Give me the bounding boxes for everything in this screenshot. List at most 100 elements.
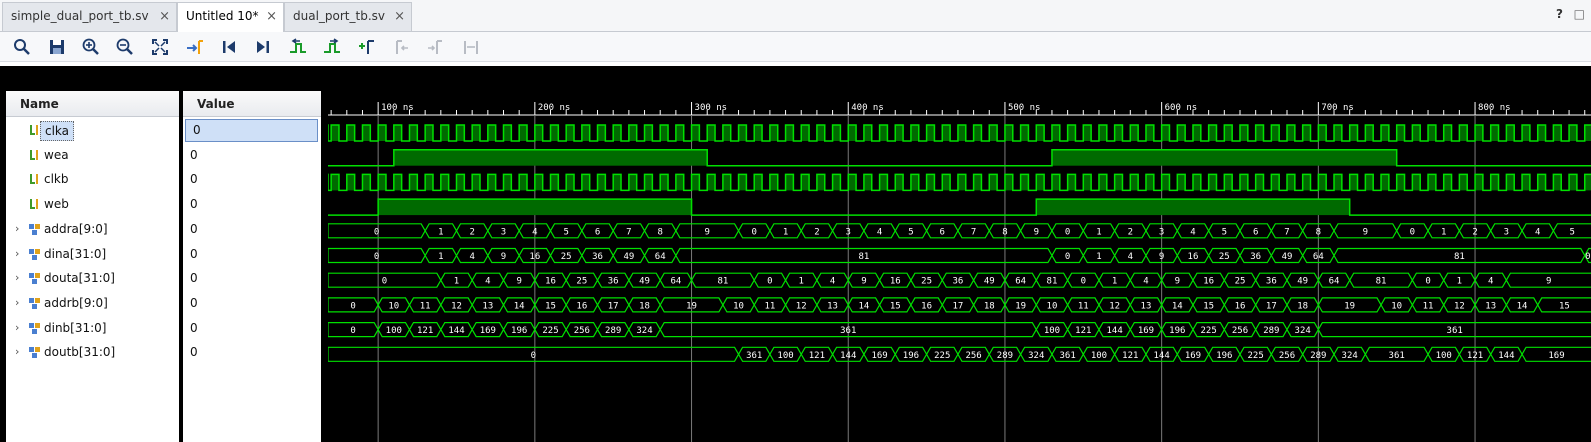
float-window-button[interactable]: □: [1574, 7, 1585, 21]
bus-value-label: 14: [858, 301, 869, 311]
clock-high-fill: [1443, 125, 1452, 141]
clock-high-fill: [769, 125, 778, 141]
waveform-canvas[interactable]: 100 ns 200 ns 300 ns 400 ns 500 ns 600 ns 700 …: [328, 66, 1591, 442]
bus-value-label: 81: [1376, 277, 1387, 287]
signal-value[interactable]: 0: [183, 192, 321, 216]
signal-value[interactable]: 0: [183, 143, 321, 167]
zoom-out-icon[interactable]: [115, 37, 135, 57]
signal-row[interactable]: clkb: [6, 167, 179, 191]
pane-splitter[interactable]: [321, 66, 328, 442]
bus-value-label: 196: [511, 326, 527, 336]
signal-row[interactable]: clka: [6, 118, 179, 142]
signal-row[interactable]: web: [6, 192, 179, 216]
bus-value-label: 1: [1096, 252, 1101, 262]
bus-value-label: 225: [1248, 351, 1264, 361]
bus-value-label: 4: [469, 252, 474, 262]
previous-marker-icon[interactable]: [392, 37, 412, 57]
zoom-fit-icon[interactable]: [150, 37, 170, 57]
bus-value-label: 16: [1188, 252, 1199, 262]
clock-high-fill: [863, 174, 872, 191]
signal-value[interactable]: 0: [183, 316, 321, 340]
signal-value[interactable]: 0: [183, 266, 321, 290]
go-to-cursor-icon[interactable]: [185, 37, 205, 57]
bus-value-label: 0: [1410, 227, 1415, 237]
clock-high-fill: [1584, 125, 1591, 141]
clock-high-fill: [1098, 174, 1107, 191]
clock-high-fill: [1067, 125, 1076, 141]
signal-value[interactable]: 0: [183, 217, 321, 241]
signal-name: web: [44, 197, 69, 212]
clock-high-fill: [628, 174, 637, 191]
bus-value-label: 3: [846, 227, 851, 237]
editor-tab-bar: simple_dual_port_tb.sv × Untitled 10* × …: [0, 0, 1591, 33]
bus-value-label: 4: [1488, 277, 1493, 287]
signal-row[interactable]: › doutb[31:0]: [6, 340, 179, 364]
tab-dual-port-tb[interactable]: dual_port_tb.sv ×: [284, 2, 412, 31]
clock-high-fill: [331, 125, 339, 141]
signal-row[interactable]: wea: [6, 143, 179, 167]
clock-high-fill: [879, 125, 888, 141]
swap-cursors-icon[interactable]: [461, 37, 481, 57]
tab-close-icon[interactable]: ×: [394, 3, 405, 30]
next-marker-icon[interactable]: [426, 37, 446, 57]
tab-simple-dual-port-tb[interactable]: simple_dual_port_tb.sv ×: [2, 2, 177, 31]
bus-value-label: 16: [921, 301, 932, 311]
clock-high-fill: [769, 174, 778, 191]
value-column-header[interactable]: Value: [183, 91, 321, 117]
previous-transition-icon[interactable]: [288, 37, 308, 57]
clock-high-fill: [378, 125, 386, 141]
clock-high-fill: [801, 174, 810, 191]
signal-value[interactable]: 0: [183, 291, 321, 315]
bus-signal-icon: [29, 273, 40, 285]
clock-high-fill: [487, 125, 496, 141]
expand-chevron-icon[interactable]: ›: [15, 242, 19, 266]
expand-chevron-icon[interactable]: ›: [15, 217, 19, 241]
next-transition-icon[interactable]: [322, 37, 342, 57]
signal-row[interactable]: › douta[31:0]: [6, 266, 179, 290]
signal-row[interactable]: › addra[9:0]: [6, 217, 179, 241]
expand-chevron-icon[interactable]: ›: [15, 266, 19, 290]
clock-high-fill: [1569, 174, 1577, 191]
clock-high-fill: [613, 125, 622, 141]
clock-high-fill: [1459, 174, 1468, 191]
search-icon[interactable]: [12, 37, 32, 57]
clock-high-fill: [581, 174, 590, 191]
tab-close-icon[interactable]: ×: [159, 3, 170, 30]
clock-high-fill: [1192, 125, 1201, 141]
signal-value[interactable]: 0: [185, 119, 318, 142]
bus-signal-icon: [29, 347, 40, 359]
bus-value-label: 1: [438, 227, 443, 237]
signal-value[interactable]: 0: [183, 167, 321, 191]
clock-high-fill: [660, 125, 669, 141]
name-column-header[interactable]: Name: [6, 91, 179, 117]
clock-high-fill: [1349, 125, 1358, 141]
bus-value-label: 9: [1546, 277, 1551, 287]
signal-row[interactable]: › dina[31:0]: [6, 242, 179, 266]
bus-value-label: 121: [809, 351, 825, 361]
signal-row[interactable]: › dinb[31:0]: [6, 316, 179, 340]
bus-value-label: 1: [799, 277, 804, 287]
tab-close-icon[interactable]: ×: [266, 3, 277, 30]
signal-value[interactable]: 0: [183, 242, 321, 266]
go-to-start-icon[interactable]: [219, 37, 239, 57]
bus-value-label: 12: [1109, 301, 1120, 311]
clock-high-fill: [550, 125, 559, 141]
signal-row[interactable]: › addrb[9:0]: [6, 291, 179, 315]
expand-chevron-icon[interactable]: ›: [15, 291, 19, 315]
expand-chevron-icon[interactable]: ›: [15, 316, 19, 340]
clock-high-fill: [425, 125, 433, 141]
zoom-in-icon[interactable]: [81, 37, 101, 57]
help-button[interactable]: ?: [1556, 7, 1563, 21]
expand-chevron-icon[interactable]: ›: [15, 340, 19, 364]
tab-untitled-10[interactable]: Untitled 10* ×: [177, 2, 284, 33]
go-to-end-icon[interactable]: [253, 37, 273, 57]
clock-high-fill: [1428, 174, 1436, 191]
clock-high-fill: [1522, 125, 1530, 141]
signal-value[interactable]: 0: [183, 340, 321, 364]
bus-value-label: 18: [984, 301, 995, 311]
clock-high-fill: [1271, 125, 1280, 141]
save-icon[interactable]: [47, 37, 67, 57]
add-marker-icon[interactable]: [357, 37, 377, 57]
clock-high-fill: [879, 174, 888, 191]
waveform-svg[interactable]: 100 ns 200 ns 300 ns 400 ns 500 ns 600 ns 700 …: [328, 66, 1591, 442]
